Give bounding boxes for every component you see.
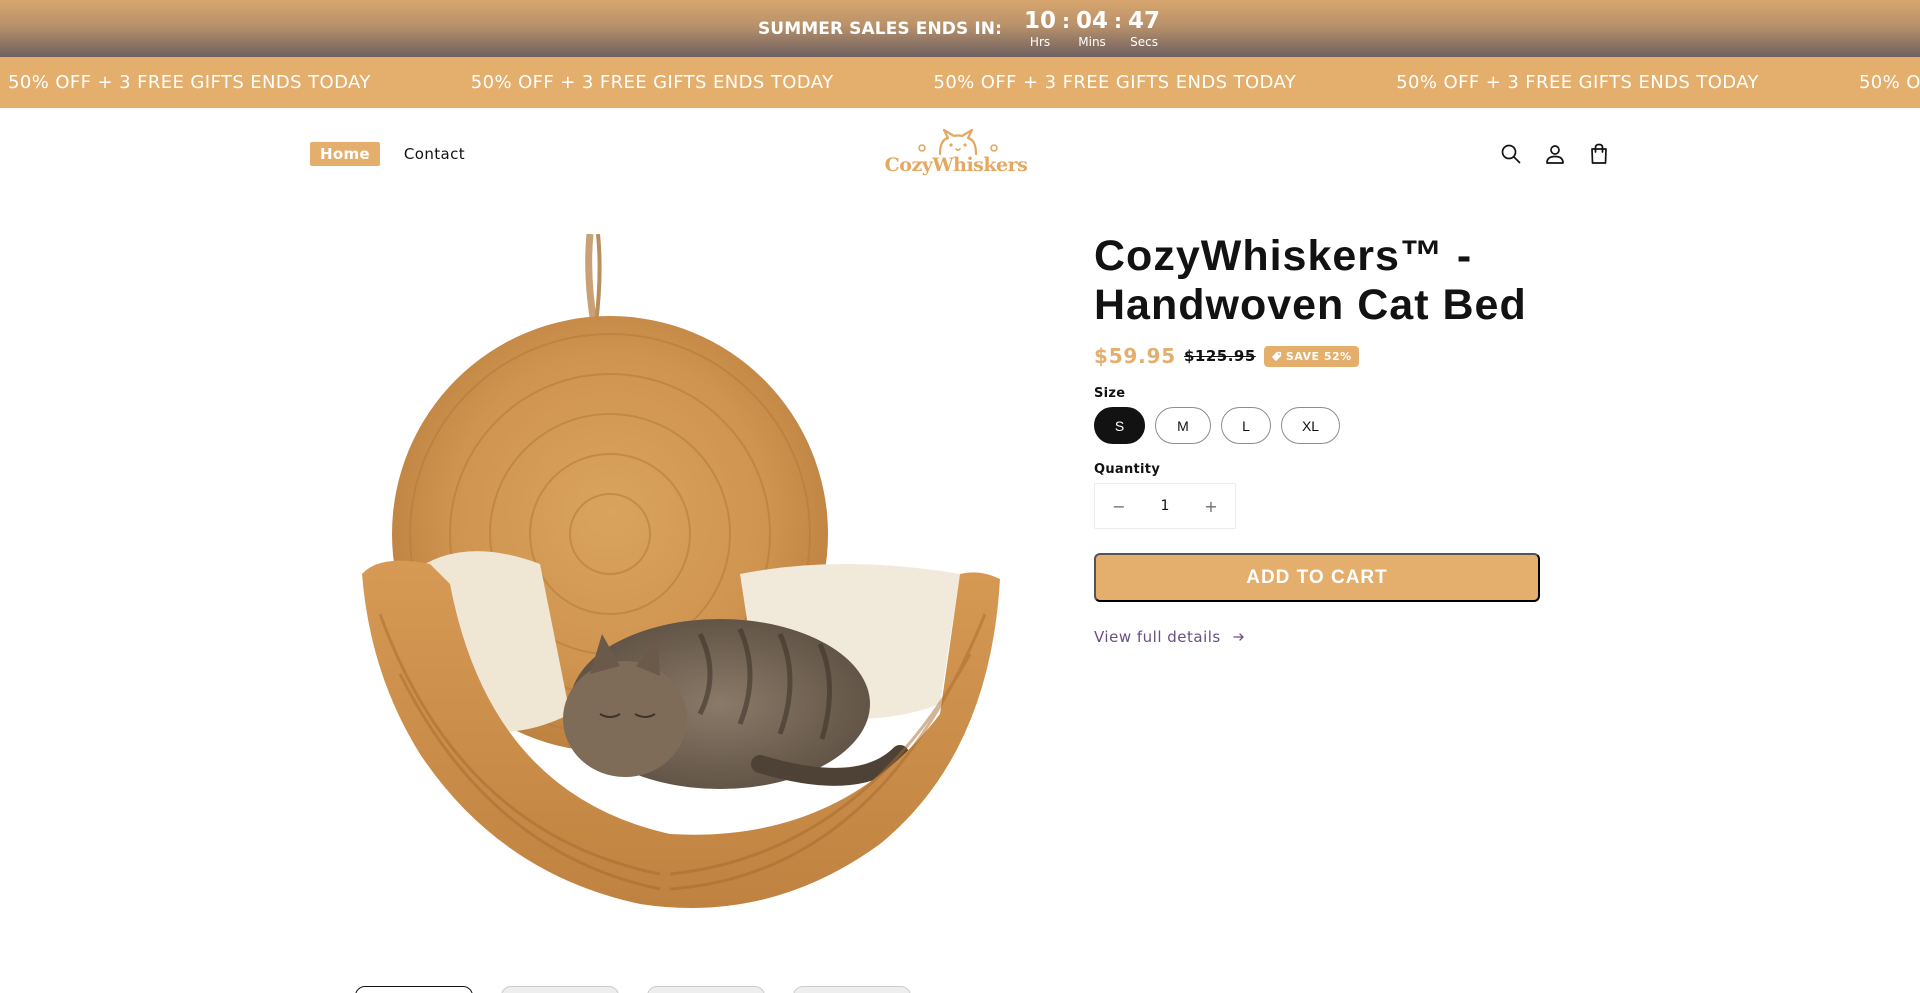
compare-price: $125.95 [1183, 347, 1256, 365]
size-option-l[interactable]: L [1221, 407, 1271, 444]
timer-separator: : [1062, 9, 1071, 33]
cart-icon[interactable] [1587, 142, 1611, 166]
thumbnail[interactable] [501, 986, 619, 993]
size-option-m[interactable]: M [1155, 407, 1211, 444]
thumbnail[interactable] [647, 986, 765, 993]
marquee-item: 50% OFF + 3 FREE GIFTS ENDS TODAY [8, 72, 371, 93]
thumbnail[interactable] [355, 986, 473, 993]
search-icon[interactable] [1499, 142, 1523, 166]
size-option-s[interactable]: S [1094, 407, 1145, 444]
add-to-cart-button[interactable]: ADD TO CART [1094, 553, 1540, 602]
marquee-track: 50% OFF + 3 FREE GIFTS ENDS TODAY 50% OF… [8, 57, 1920, 108]
site-logo[interactable]: CozyWhiskers [884, 128, 1028, 180]
size-option-xl[interactable]: XL [1281, 407, 1340, 444]
countdown-bar: SUMMER SALES ENDS IN: 10 Hrs : 04 Mins :… [0, 0, 1920, 57]
seconds-value: 47 [1128, 8, 1161, 34]
site-header: Home Contact CozyWhiskers [0, 108, 1920, 200]
nav-home-link[interactable]: Home [310, 142, 380, 166]
countdown-timer: 10 Hrs : 04 Mins : 47 Secs [1022, 8, 1162, 49]
marquee-item: 50% OFF + 3 FREE GIFTS ENDS TODAY [1858, 72, 1920, 93]
promo-marquee: 50% OFF + 3 FREE GIFTS ENDS TODAY 50% OF… [0, 57, 1920, 108]
sale-price: $59.95 [1094, 344, 1176, 368]
save-badge: SAVE 52% [1263, 345, 1359, 367]
logo-text: CozyWhiskers [884, 154, 1028, 176]
marquee-item: 50% OFF + 3 FREE GIFTS ENDS TODAY [933, 72, 1297, 93]
view-full-details-label: View full details [1094, 628, 1221, 646]
nav-contact-link[interactable]: Contact [404, 145, 465, 163]
arrow-right-icon [1233, 633, 1244, 641]
thumbnail[interactable] [793, 986, 911, 993]
tag-icon [1271, 351, 1281, 361]
hanging-cat-bed-image [362, 233, 1000, 908]
thumbnail-strip [355, 986, 911, 993]
seconds-caption: Secs [1130, 35, 1158, 49]
size-label: Size [1094, 386, 1126, 401]
timer-separator: : [1114, 9, 1123, 33]
countdown-label: SUMMER SALES ENDS IN: [757, 18, 1003, 39]
hours-value: 10 [1024, 8, 1057, 34]
quantity-stepper: − 1 + [1094, 483, 1236, 529]
quantity-decrease-button[interactable]: − [1111, 497, 1127, 516]
timer-hours: 10 Hrs [1022, 8, 1058, 49]
timer-seconds: 47 Secs [1126, 8, 1162, 49]
marquee-item: 50% OFF + 3 FREE GIFTS ENDS TODAY [1396, 72, 1759, 93]
quantity-increase-button[interactable]: + [1203, 497, 1219, 516]
main-nav: Home Contact [310, 142, 465, 166]
minutes-value: 04 [1076, 8, 1109, 34]
product-image[interactable] [340, 233, 1005, 914]
minutes-caption: Mins [1078, 35, 1106, 49]
header-icons [1499, 142, 1611, 166]
hours-caption: Hrs [1029, 35, 1051, 49]
quantity-label: Quantity [1094, 462, 1161, 477]
size-options: S M L XL [1094, 407, 1544, 444]
view-full-details-link[interactable]: View full details [1094, 628, 1544, 646]
price-row: $59.95 $125.95 SAVE 52% [1094, 344, 1544, 368]
save-badge-label: SAVE 52% [1285, 349, 1352, 363]
marquee-item: 50% OFF + 3 FREE GIFTS ENDS TODAY [470, 72, 834, 93]
account-icon[interactable] [1543, 142, 1567, 166]
product-info: CozyWhiskers™ - Handwoven Cat Bed $59.95… [1094, 232, 1544, 646]
product-title: CozyWhiskers™ - Handwoven Cat Bed [1094, 232, 1527, 329]
quantity-input[interactable]: 1 [1161, 498, 1170, 514]
timer-minutes: 04 Mins [1074, 8, 1110, 49]
